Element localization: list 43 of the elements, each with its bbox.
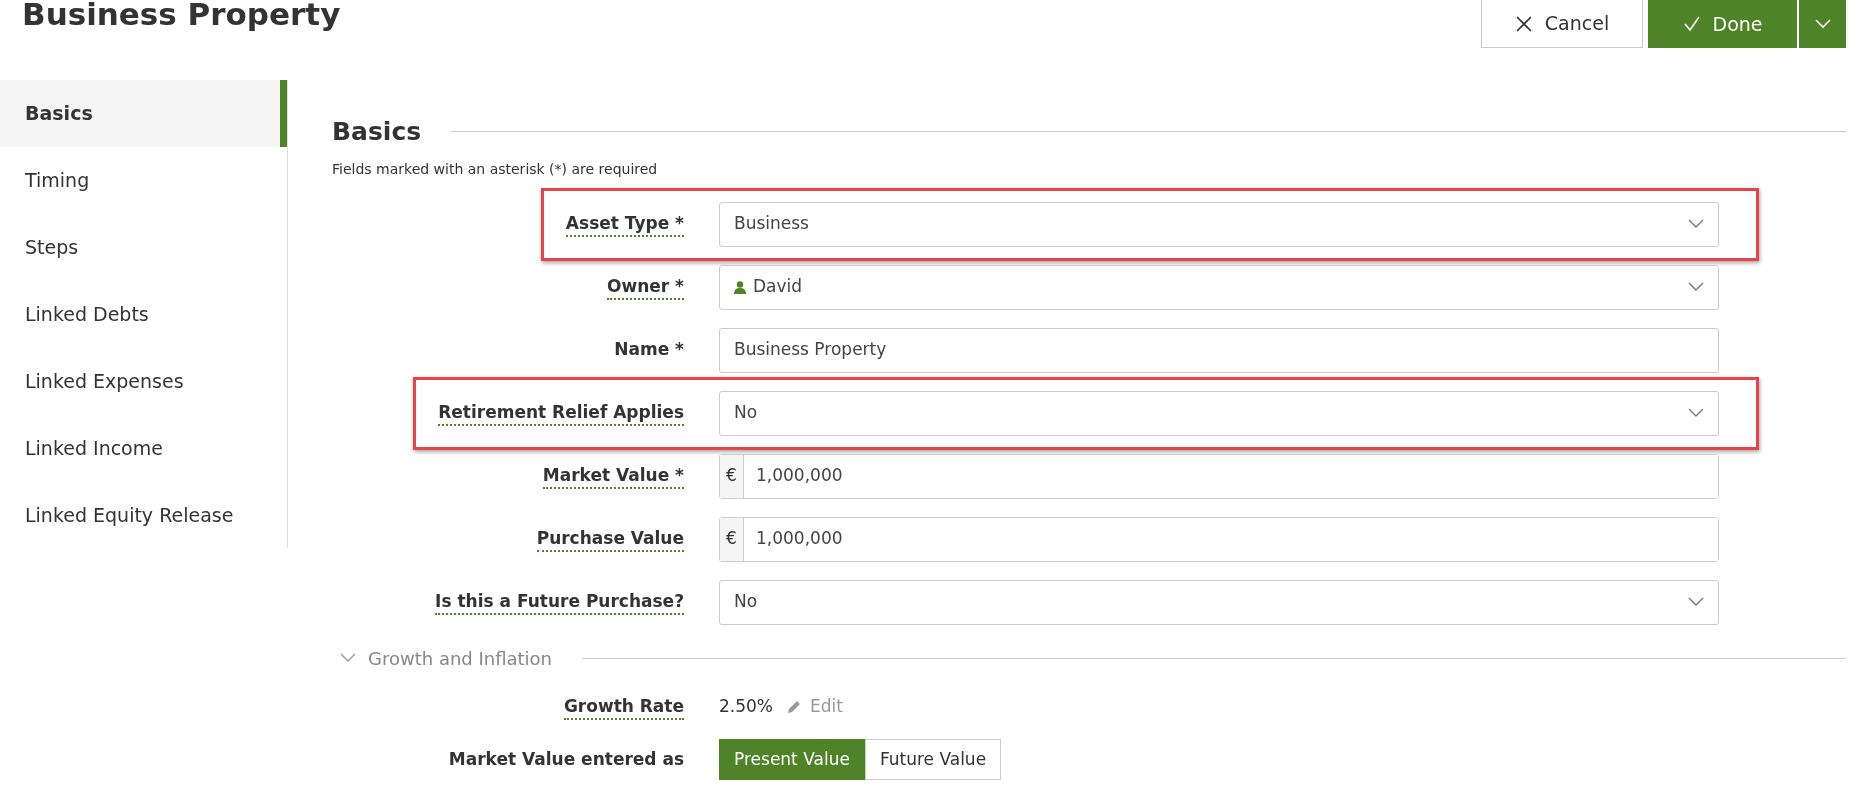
chevron-down-icon (1688, 408, 1704, 419)
growth-rate-value: 2.50% (719, 694, 773, 718)
sidebar-item[interactable]: Linked Income (0, 415, 287, 483)
select-field[interactable]: Business (719, 201, 1719, 247)
checkmark-icon (1682, 15, 1701, 33)
pencil-icon (787, 698, 802, 714)
page-title: Business Property (22, 0, 341, 34)
toggle-option[interactable]: Future Value (864, 739, 1002, 781)
sidebar-item[interactable]: Basics (0, 80, 287, 148)
text-field[interactable]: Business Property (719, 327, 1719, 373)
select-field[interactable]: No (719, 390, 1719, 436)
dropdown-button[interactable] (1798, 0, 1846, 48)
sidebar-item[interactable]: Linked Debts (0, 281, 287, 349)
chevron-down-icon (1688, 219, 1704, 230)
required-note: Fields marked with an asterisk (*) are required (332, 159, 659, 179)
field-label: Retirement Relief Applies (438, 402, 684, 427)
close-icon (1514, 14, 1533, 33)
field-label: Market Value * (542, 465, 684, 490)
sidebar-item[interactable]: Timing (0, 147, 287, 215)
section-heading: Basics (332, 116, 422, 149)
field-label: Market Value entered as (448, 748, 684, 771)
toggle-option[interactable]: Present Value (719, 739, 865, 781)
select-field[interactable]: David (719, 264, 1719, 310)
section-toggle[interactable]: Growth and Inflation (368, 644, 553, 672)
sidebar-item[interactable]: Linked Equity Release (0, 482, 287, 550)
caret-icon (1814, 19, 1831, 29)
done-button[interactable]: Done (1648, 0, 1797, 48)
person-icon (734, 280, 746, 294)
field-label: Is this a Future Purchase? (435, 591, 684, 616)
chevron-down-icon (1688, 282, 1704, 293)
field-label: Name * (614, 339, 684, 362)
sidebar-item[interactable]: Linked Expenses (0, 348, 287, 416)
chevron-down-icon (1688, 597, 1704, 608)
chevron-down-icon[interactable] (340, 653, 356, 664)
field-label: Purchase Value (536, 528, 684, 553)
field-label: Growth Rate (563, 695, 684, 720)
field-label: Owner * (607, 276, 684, 301)
field-label: Asset Type * (565, 213, 684, 238)
currency-field[interactable]: € 1,000,000 (719, 516, 1719, 562)
cancel-button[interactable]: Cancel (1481, 0, 1643, 48)
currency-field[interactable]: € 1,000,000 (719, 453, 1719, 499)
sidebar-item[interactable]: Steps (0, 214, 287, 282)
select-field[interactable]: No (719, 579, 1719, 625)
